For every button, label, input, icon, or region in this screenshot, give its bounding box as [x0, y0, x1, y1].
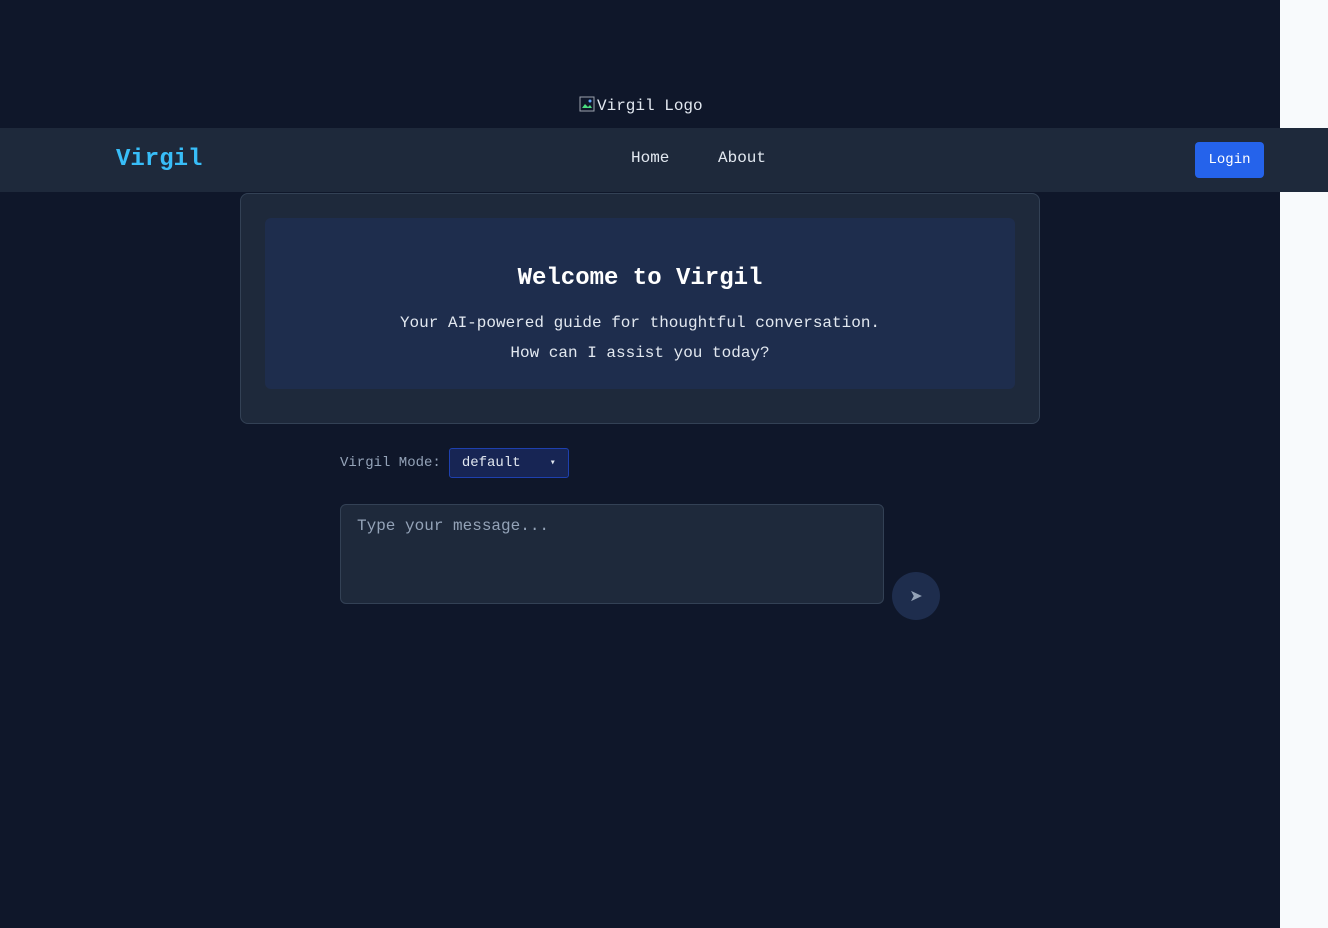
send-icon: ➤ [909, 588, 923, 605]
brand-logo[interactable]: Virgil [116, 145, 202, 175]
chevron-down-icon: ▾ [549, 458, 556, 469]
mode-selector-row: Virgil Mode: default ▾ [340, 448, 569, 478]
nav-link-about[interactable]: About [718, 148, 766, 168]
logo-alt-text: Virgil Logo [597, 97, 703, 115]
nav-link-home[interactable]: Home [631, 148, 669, 168]
broken-image-icon [579, 96, 595, 112]
navbar: Virgil Home About Login [0, 128, 1328, 192]
welcome-subtitle-line-2: How can I assist you today? [510, 344, 770, 362]
welcome-banner: Welcome to Virgil Your AI-powered guide … [265, 218, 1015, 389]
send-button[interactable]: ➤ [892, 572, 940, 620]
login-button[interactable]: Login [1195, 142, 1264, 178]
mode-label: Virgil Mode: [340, 455, 441, 471]
mode-selected-value: default [461, 455, 521, 471]
welcome-title: Welcome to Virgil [517, 265, 763, 292]
message-input[interactable] [340, 504, 884, 604]
logo-image: Virgil Logo [579, 96, 703, 116]
mode-select[interactable]: default ▾ [448, 448, 569, 478]
welcome-subtitle-line-1: Your AI-powered guide for thoughtful con… [399, 314, 881, 332]
welcome-subtitle: Your AI-powered guide for thoughtful con… [265, 308, 1015, 368]
welcome-card: Welcome to Virgil Your AI-powered guide … [240, 193, 1040, 424]
